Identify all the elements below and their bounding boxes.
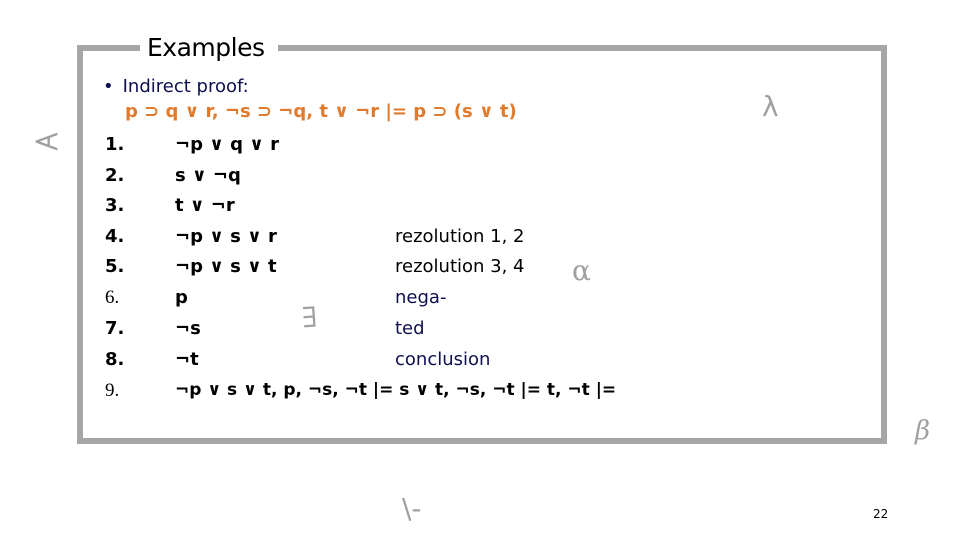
- step-formula: ¬p ∨ q ∨ r: [175, 134, 280, 155]
- step-note: ted: [395, 318, 425, 339]
- step-formula: ¬p ∨ s ∨ r: [175, 226, 277, 247]
- step-number: 2.: [105, 165, 125, 186]
- page-number: 22: [873, 507, 889, 521]
- step-number: 9.: [105, 380, 120, 401]
- step-formula: p: [175, 287, 188, 308]
- step-note: rezolution 1, 2: [395, 226, 525, 247]
- forall-icon: ∀: [27, 132, 63, 151]
- alpha-icon: α: [572, 254, 591, 287]
- step-number: 8.: [105, 349, 125, 370]
- bullet-item: • Indirect proof:: [103, 76, 249, 97]
- premise-formula: p ⊃ q ∨ r, ¬s ⊃ ¬q, t ∨ ¬r |= p ⊃ (s ∨ t…: [125, 101, 517, 122]
- exists-icon: ∃: [300, 300, 319, 335]
- step-note: rezolution 3, 4: [395, 256, 525, 277]
- turnstile-icon: \-: [402, 492, 422, 525]
- lambda-icon: λ: [762, 90, 779, 123]
- frame-right: [881, 45, 887, 444]
- step-formula: s ∨ ¬q: [175, 165, 241, 186]
- step-note: conclusion: [395, 349, 491, 370]
- step-formula: ¬p ∨ s ∨ t, p, ¬s, ¬t |= s ∨ t, ¬s, ¬t |…: [175, 380, 617, 400]
- bullet-text: Indirect proof:: [122, 76, 249, 97]
- step-number: 6.: [105, 287, 120, 308]
- step-number: 7.: [105, 318, 125, 339]
- frame-top-right: [278, 45, 887, 51]
- beta-icon: β: [915, 416, 931, 446]
- step-formula: t ∨ ¬r: [175, 195, 235, 216]
- frame-left: [77, 45, 83, 444]
- step-number: 1.: [105, 134, 125, 155]
- step-number: 3.: [105, 195, 125, 216]
- step-formula: ¬s: [175, 318, 201, 339]
- step-formula: ¬t: [175, 349, 199, 370]
- bullet-marker: •: [103, 76, 114, 97]
- frame-bottom: [77, 438, 887, 444]
- step-note: nega-: [395, 287, 447, 308]
- slide-title: Examples: [147, 33, 265, 62]
- step-number: 5.: [105, 256, 125, 277]
- step-formula: ¬p ∨ s ∨ t: [175, 256, 277, 277]
- step-number: 4.: [105, 226, 125, 247]
- frame-top-left: [77, 45, 140, 51]
